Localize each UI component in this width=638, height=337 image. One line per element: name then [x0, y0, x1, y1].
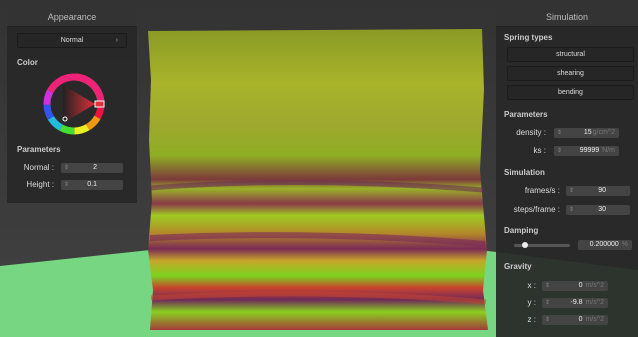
spring-bending-button[interactable]: bending — [507, 85, 634, 100]
damping-value: 0.200000 — [589, 241, 619, 248]
normal-field[interactable]: ⇕ 2 — [61, 163, 123, 173]
simulation-panel: Simulation Spring types structural shear… — [496, 8, 638, 337]
gravity-z-value: 0 — [578, 316, 583, 323]
spring-types-label: Spring types — [504, 33, 553, 42]
fps-label: frames/s : — [524, 186, 560, 195]
height-value: 0.1 — [87, 181, 97, 188]
gravity-y-label: y : — [527, 298, 536, 307]
spinner-icon[interactable]: ⇕ — [545, 315, 550, 325]
chevron-right-icon: › — [115, 37, 118, 44]
simulation-panel-title: Simulation — [496, 8, 638, 27]
color-wheel[interactable] — [43, 73, 105, 135]
spinner-icon[interactable]: ⇕ — [569, 186, 574, 196]
fps-field[interactable]: ⇕ 90 — [566, 186, 630, 196]
gravity-y-field[interactable]: ⇕ -9.8 m/s^2 — [542, 298, 608, 308]
height-label: Height : — [26, 180, 54, 189]
hue-handle[interactable] — [94, 100, 105, 108]
cloth-mesh[interactable] — [148, 29, 488, 330]
gravity-y-unit: m/s^2 — [585, 299, 604, 306]
spinner-icon[interactable]: ⇕ — [557, 146, 562, 156]
spinner-icon[interactable]: ⇕ — [557, 128, 562, 138]
gravity-z-field[interactable]: ⇕ 0 m/s^2 — [542, 315, 608, 325]
damping-slider-knob[interactable] — [522, 242, 529, 248]
normal-label: Normal : — [23, 163, 54, 172]
density-field[interactable]: ⇕ 15g/cm^2 — [554, 128, 619, 138]
height-field[interactable]: ⇕ 0.1 — [61, 180, 123, 190]
shader-select[interactable]: Normal › — [17, 33, 127, 48]
ks-unit: N/m — [602, 147, 615, 154]
simulation-section-label: Simulation — [504, 168, 545, 177]
gravity-x-label: x : — [527, 281, 536, 290]
damping-field[interactable]: 0.200000 % — [578, 240, 632, 250]
color-triangle[interactable] — [63, 85, 95, 123]
color-section-label: Color — [17, 58, 38, 67]
appearance-parameters-label: Parameters — [17, 145, 61, 154]
gravity-y-value: -9.8 — [570, 299, 583, 306]
normal-value: 2 — [93, 164, 97, 171]
spinner-icon[interactable]: ⇕ — [569, 205, 574, 215]
damping-slider[interactable] — [514, 242, 570, 248]
spinner-icon[interactable]: ⇕ — [545, 298, 550, 308]
steps-field[interactable]: ⇕ 30 — [566, 205, 630, 215]
sim-parameters-label: Parameters — [504, 110, 548, 119]
gravity-label: Gravity — [504, 262, 532, 271]
density-unit: g/cm^2 — [592, 129, 615, 136]
density-value: 15 — [583, 129, 592, 136]
steps-value: 30 — [598, 206, 606, 213]
ks-label: ks : — [533, 146, 546, 155]
spinner-icon[interactable]: ⇕ — [64, 163, 69, 173]
density-label: density : — [516, 128, 546, 137]
steps-label: steps/frame : — [513, 205, 560, 214]
gravity-z-label: z : — [527, 315, 536, 324]
fps-value: 90 — [598, 187, 606, 194]
gravity-x-value: 0 — [578, 282, 583, 289]
gravity-x-field[interactable]: ⇕ 0 m/s^2 — [542, 281, 608, 291]
shader-select-label: Normal — [60, 37, 84, 44]
spring-shearing-button[interactable]: shearing — [507, 66, 634, 81]
spinner-icon[interactable]: ⇕ — [64, 180, 69, 190]
appearance-panel: Appearance Normal › Color Parameters Nor… — [7, 8, 137, 203]
spring-structural-button[interactable]: structural — [507, 47, 634, 62]
damping-unit: % — [621, 241, 628, 248]
appearance-panel-title: Appearance — [7, 8, 137, 27]
ks-value: 99999 — [579, 147, 600, 154]
gravity-z-unit: m/s^2 — [585, 316, 604, 323]
gravity-x-unit: m/s^2 — [585, 282, 604, 289]
ks-field[interactable]: ⇕ 99999 N/m — [554, 146, 619, 156]
damping-label: Damping — [504, 226, 539, 235]
spinner-icon[interactable]: ⇕ — [545, 281, 550, 291]
